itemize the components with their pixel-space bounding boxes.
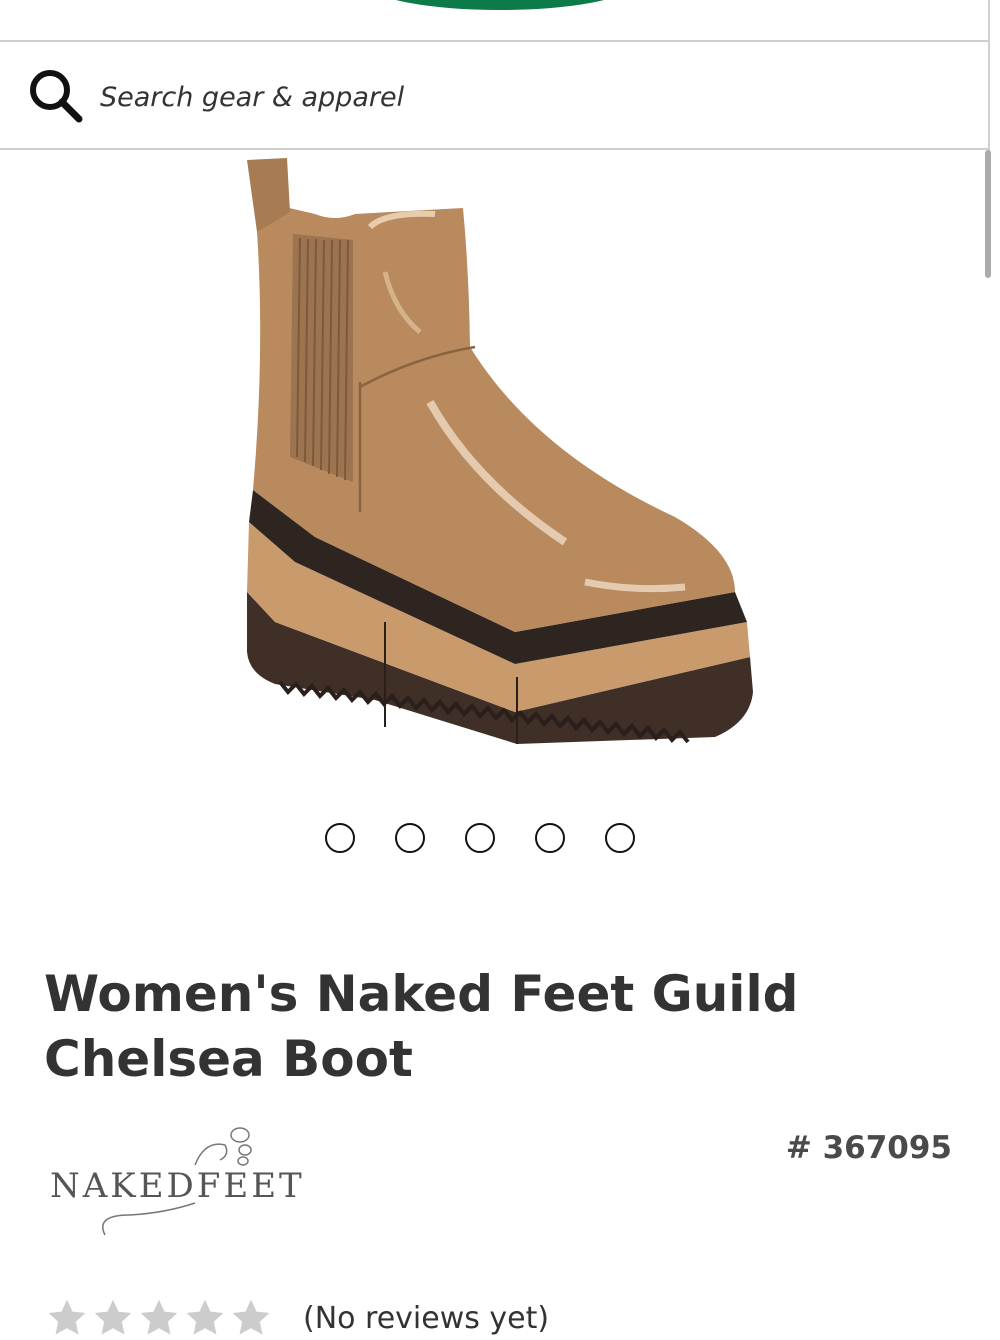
search-bar[interactable]: [0, 40, 988, 150]
chelsea-boot-image[interactable]: [235, 152, 765, 762]
carousel-dots: [325, 823, 635, 853]
carousel-dot[interactable]: [325, 823, 355, 853]
carousel-dot[interactable]: [605, 823, 635, 853]
reviews-link[interactable]: (No reviews yet): [303, 1301, 549, 1336]
carousel-dot[interactable]: [535, 823, 565, 853]
carousel-dot[interactable]: [395, 823, 425, 853]
search-input[interactable]: [98, 72, 962, 122]
item-number: # 367095: [785, 1130, 952, 1166]
store-logo[interactable]: [370, 0, 630, 10]
star-icon: [48, 1299, 86, 1335]
product-title: Women's Naked Feet Guild Chelsea Boot: [44, 965, 799, 1088]
carousel-dot[interactable]: [465, 823, 495, 853]
search-icon[interactable]: [26, 66, 84, 124]
svg-text:NAKEDFEET: NAKEDFEET: [50, 1166, 305, 1206]
star-icon: [94, 1299, 132, 1335]
star-icon: [232, 1299, 270, 1335]
scrollbar-thumb[interactable]: [985, 150, 991, 278]
star-icon: [186, 1299, 224, 1335]
scroll-track: [988, 0, 990, 152]
rating[interactable]: (No reviews yet): [45, 1296, 549, 1340]
brand-logo[interactable]: NAKEDFEET: [45, 1115, 315, 1245]
star-icon: [140, 1299, 178, 1335]
star-rating: [45, 1296, 273, 1340]
